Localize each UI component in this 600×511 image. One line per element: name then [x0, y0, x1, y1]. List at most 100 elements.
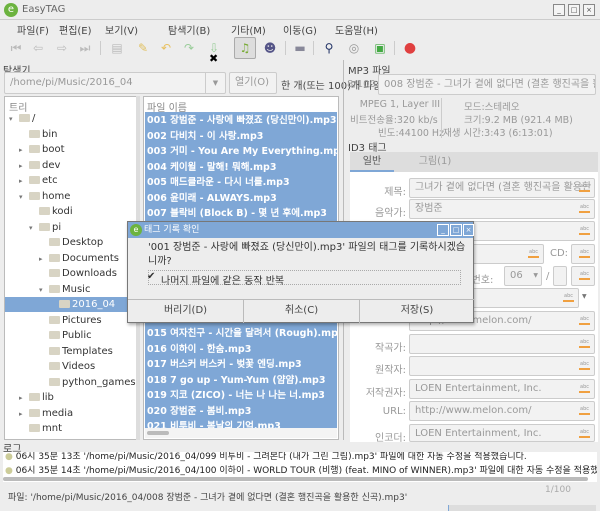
apply-all-icon[interactable]: abc — [579, 316, 590, 325]
file-row[interactable]: 017 버스커 버스커 - 벚꽃 엔딩.mp3 — [145, 357, 337, 373]
expander-icon[interactable]: ▸ — [19, 159, 29, 174]
apply-all-icon[interactable]: abc — [579, 271, 590, 280]
tree-item[interactable]: ▸ etc — [19, 173, 58, 188]
menu-misc[interactable]: 기타(M) — [231, 22, 266, 37]
redo-icon[interactable]: ↷ — [180, 39, 198, 57]
tree-item[interactable]: bin — [19, 127, 57, 142]
record-icon[interactable]: ● — [401, 39, 419, 57]
tree-item[interactable]: python_games — [39, 375, 136, 390]
tab-images[interactable]: 그림(1) — [410, 152, 460, 172]
chevron-down-icon[interactable]: ▼ — [582, 293, 587, 300]
track-total-field[interactable] — [553, 266, 567, 286]
menu-edit[interactable]: 편집(E) — [59, 22, 92, 37]
menu-help[interactable]: 도움말(H) — [335, 22, 378, 37]
repeat-checkbox[interactable]: ✔ 나머지 파일에 같은 동작 반복 — [147, 270, 461, 287]
file-row[interactable]: 020 장범준 - 봄비.mp3 — [145, 404, 337, 420]
composer-field[interactable]: abc — [409, 334, 595, 354]
file-row[interactable]: 015 여자친구 - 시간을 달려서 (Rough).mp3 — [145, 326, 337, 342]
load-icon[interactable]: ▣ — [371, 39, 389, 57]
apply-all-icon[interactable]: abc — [579, 339, 590, 348]
path-combobox[interactable]: /home/pi/Music/2016_04 ▼ — [4, 72, 226, 94]
cddb-icon[interactable]: ☻ — [261, 39, 279, 57]
expander-icon[interactable]: ▸ — [19, 143, 29, 158]
file-row[interactable]: 019 지코 (ZICO) - 너는 나 나는 너.mp3 — [145, 388, 337, 404]
close-button[interactable]: × — [463, 224, 474, 236]
tree-item[interactable]: ▸ media — [19, 406, 73, 421]
file-row[interactable]: 001 장범준 - 사랑에 빠졌죠 (당신만이).mp3 — [145, 113, 337, 129]
filename-field[interactable]: 008 장범준 - 그녀가 곁에 없다면 (결혼 행진곡을 활용한 신곡).mp… — [378, 74, 596, 95]
url-field[interactable]: http://www.melon.com/abc — [409, 401, 595, 421]
tab-general[interactable]: 일반 — [350, 152, 394, 172]
tree-item[interactable]: ▾ home — [19, 189, 70, 204]
tree-item[interactable]: Pictures — [39, 313, 102, 328]
playlist-icon[interactable]: ▬ — [291, 39, 309, 57]
discard-button[interactable]: 버리기(D) — [128, 299, 243, 323]
file-list-hscrollbar[interactable] — [145, 428, 337, 438]
next-icon[interactable]: ⇨ — [53, 39, 71, 57]
save-button[interactable]: 저장(S) — [359, 299, 474, 323]
tree-item[interactable]: ▸ lib — [19, 390, 54, 405]
tag-icon[interactable]: ♫ — [234, 37, 256, 59]
apply-all-icon[interactable]: abc — [528, 249, 539, 258]
file-row[interactable]: 002 다비치 - 이 사랑.mp3 — [145, 129, 337, 145]
expander-icon[interactable]: ▾ — [29, 221, 39, 236]
minimize-button[interactable]: _ — [437, 224, 449, 236]
prev-icon[interactable]: ⇦ — [29, 39, 47, 57]
track-apply[interactable]: abc — [571, 266, 595, 286]
search-icon[interactable]: ⚲ — [320, 39, 338, 57]
tree-item[interactable]: ▾ Music — [39, 282, 90, 297]
expander-icon[interactable]: ▾ — [9, 112, 19, 127]
tree-item[interactable]: Desktop — [39, 235, 103, 250]
maximize-button[interactable]: □ — [450, 224, 462, 236]
expander-icon[interactable]: ▸ — [39, 252, 49, 267]
apply-all-icon[interactable]: abc — [579, 226, 590, 235]
last-icon[interactable]: ⏭ — [76, 39, 94, 57]
file-row[interactable]: 003 거미 - You Are My Everything.mp3 — [145, 144, 337, 160]
first-icon[interactable]: ⏮ — [7, 39, 25, 57]
tree-item[interactable]: ▾ pi — [29, 220, 61, 235]
expander-icon[interactable]: ▾ — [39, 283, 49, 298]
apply-all-icon[interactable]: abc — [579, 183, 590, 192]
cd-field[interactable]: abc — [571, 244, 595, 264]
file-row[interactable]: 007 블락비 (Block B) - 몇 년 후에.mp3 — [145, 206, 337, 222]
apply-all-icon[interactable]: abc — [579, 249, 590, 258]
open-button[interactable]: 열기(O) — [229, 72, 277, 94]
log-hscrollbar[interactable] — [3, 477, 588, 481]
tree-item[interactable]: ▸ boot — [19, 142, 65, 157]
scan-icon[interactable]: ▤ — [108, 39, 126, 57]
close-button[interactable]: × — [583, 4, 595, 16]
file-row[interactable]: 016 이하이 - 한숨.mp3 — [145, 342, 337, 358]
menu-view[interactable]: 보기(V) — [105, 22, 138, 37]
chevron-down-icon[interactable]: ▼ — [205, 73, 225, 93]
artist-field[interactable]: 장범준 abc — [409, 199, 595, 219]
tree-item[interactable]: Templates — [39, 344, 113, 359]
cd-icon[interactable]: ◎ — [345, 39, 363, 57]
track-combobox[interactable]: 06 ▼ — [504, 266, 542, 286]
tree-item[interactable]: 2016_04 — [5, 297, 139, 312]
encoder-field[interactable]: LOEN Entertainment, Inc. abc — [409, 424, 595, 442]
cancel-button[interactable]: 취소(C) — [243, 299, 359, 323]
expander-icon[interactable]: ▾ — [19, 190, 29, 205]
tree-item[interactable]: mnt — [19, 421, 62, 436]
apply-all-icon[interactable]: abc — [579, 384, 590, 393]
tree-item[interactable]: kodi — [29, 204, 73, 219]
file-row[interactable]: 005 매드클라운 - 다시 너를.mp3 — [145, 175, 337, 191]
orig-artist-field[interactable]: abc — [409, 356, 595, 376]
chevron-down-icon[interactable]: ▼ — [533, 267, 538, 285]
maximize-button[interactable]: □ — [568, 4, 580, 16]
expander-icon[interactable]: ▸ — [19, 407, 29, 422]
apply-all-icon[interactable]: abc — [579, 361, 590, 370]
clean-icon[interactable]: ✎ — [134, 39, 152, 57]
menu-browser[interactable]: 탐색기(B) — [168, 22, 210, 37]
tree-item[interactable]: Videos — [39, 359, 95, 374]
file-row[interactable]: 006 윤미래 - ALWAYS.mp3 — [145, 191, 337, 207]
apply-all-icon[interactable]: abc — [563, 293, 574, 302]
undo-icon[interactable]: ↶ — [157, 39, 175, 57]
checkmark-icon[interactable]: ✔ — [147, 271, 155, 282]
title-field[interactable]: 그녀가 곁에 없다면 (결혼 행진곡을 활용한 신곡)abc — [409, 178, 595, 198]
file-row[interactable]: 018 7 go up - Yum-Yum (얌얌).mp3 — [145, 373, 337, 389]
copyright-field[interactable]: LOEN Entertainment, Inc. abc — [409, 379, 595, 399]
expander-icon[interactable]: ▸ — [19, 174, 29, 189]
tree-item[interactable]: ▾ / — [9, 111, 35, 126]
tree-item[interactable]: ▸ Documents — [39, 251, 119, 266]
